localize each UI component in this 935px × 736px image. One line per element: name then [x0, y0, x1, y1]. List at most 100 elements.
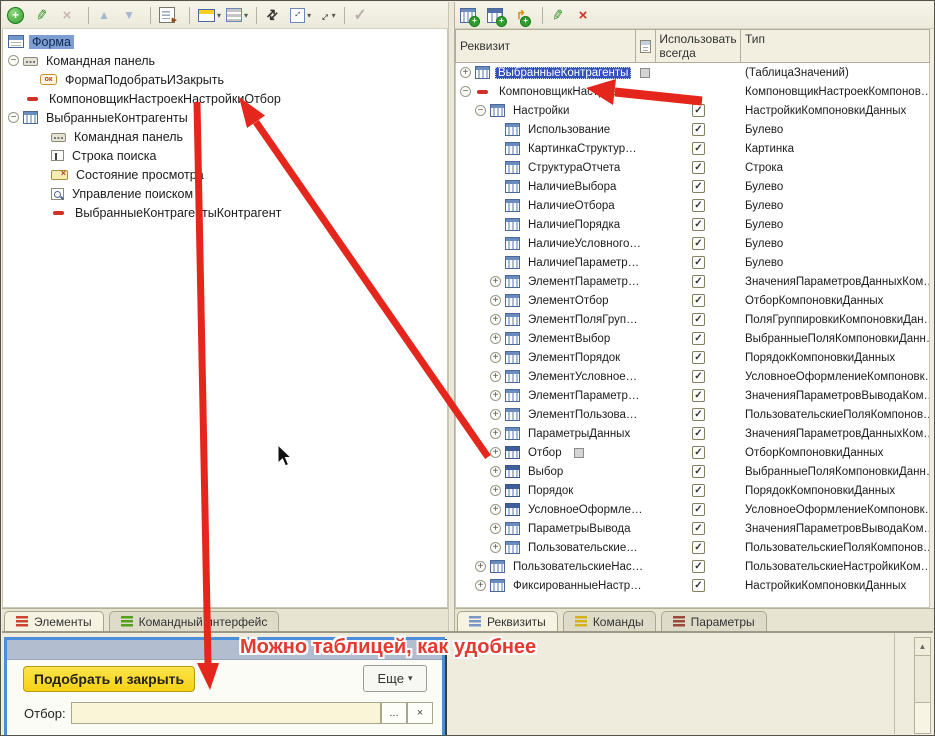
tree-item[interactable]: ФормаПодобратьИЗакрыть — [3, 70, 447, 89]
clear-button[interactable]: × — [407, 702, 433, 724]
use-always-checkbox[interactable] — [692, 408, 705, 421]
edit-icon[interactable]: ✎ ▾ — [35, 5, 55, 25]
expander-icon[interactable] — [490, 371, 501, 382]
swap-arrows-icon[interactable]: ⇄ ▾ — [265, 5, 285, 25]
table-row[interactable]: ЭлементВыбор ВыбранныеПоляКомпоновкиДанн… — [456, 329, 929, 348]
use-always-checkbox[interactable] — [692, 294, 705, 307]
table-row[interactable]: ЭлементУсловное… УсловноеОформлениеКомпо… — [456, 367, 929, 386]
use-always-checkbox[interactable] — [692, 351, 705, 364]
apply-icon[interactable]: ✓ ▾ — [353, 5, 373, 25]
table-row[interactable]: Выбор ВыбранныеПоляКомпоновкиДанн… — [456, 462, 929, 481]
table-row[interactable]: НаличиеОтбора Булево — [456, 196, 929, 215]
table-row[interactable]: КомпоновщикНастроек КомпоновщикНастроекК… — [456, 82, 929, 101]
tab-elements[interactable]: Элементы — [4, 611, 104, 631]
column-header-use-always[interactable]: Использовать всегда — [656, 30, 741, 62]
expander-icon[interactable] — [475, 580, 486, 591]
tree-item[interactable]: ВыбранныеКонтрагентыКонтрагент — [3, 203, 447, 222]
expander-icon[interactable] — [8, 55, 19, 66]
table-row[interactable]: НаличиеПорядка Булево — [456, 215, 929, 234]
column-header-flag[interactable] — [636, 30, 656, 62]
check-form-icon[interactable]: ▾ — [159, 5, 181, 25]
choose-button[interactable]: ... — [381, 702, 407, 724]
table-row[interactable]: ФиксированныеНастр… НастройкиКомпоновкиД… — [456, 576, 929, 595]
tree-item[interactable]: Командная панель — [3, 51, 447, 70]
tree-item[interactable]: Управление поиском — [3, 184, 447, 203]
expander-icon[interactable] — [460, 67, 471, 78]
expander-icon[interactable] — [490, 447, 501, 458]
table-row[interactable]: ПараметрыДанных ЗначенияПараметровДанных… — [456, 424, 929, 443]
expander-icon[interactable] — [8, 112, 19, 123]
expander-icon[interactable] — [490, 542, 501, 553]
table-row[interactable]: Порядок ПорядокКомпоновкиДанных — [456, 481, 929, 500]
add-attribute-icon[interactable]: ▾ — [460, 5, 482, 25]
table-row[interactable]: НаличиеУсловного… Булево — [456, 234, 929, 253]
expander-icon[interactable] — [490, 352, 501, 363]
tab-attributes[interactable]: Реквизиты — [457, 611, 558, 631]
delete-icon[interactable]: × ▾ — [60, 5, 80, 25]
scroll-up-icon[interactable] — [915, 638, 930, 656]
use-always-checkbox[interactable] — [692, 161, 705, 174]
expander-icon[interactable] — [490, 485, 501, 496]
expander-icon[interactable] — [490, 504, 501, 515]
expander-icon[interactable] — [475, 561, 486, 572]
edit-attribute-icon[interactable]: ✎ ▾ — [551, 5, 571, 25]
dialog-mode-icon[interactable]: ▾ — [198, 5, 221, 25]
expander-icon[interactable] — [490, 295, 501, 306]
expander-icon[interactable] — [460, 86, 471, 97]
vertical-scrollbar[interactable] — [914, 637, 931, 734]
use-always-checkbox[interactable] — [692, 104, 705, 117]
use-always-checkbox[interactable] — [692, 237, 705, 250]
expander-icon[interactable] — [490, 466, 501, 477]
table-row[interactable]: УсловноеОформле… УсловноеОформлениеКомпо… — [456, 500, 929, 519]
table-row[interactable]: ЭлементПараметр… ЗначенияПараметровВывод… — [456, 386, 929, 405]
use-always-checkbox[interactable] — [692, 427, 705, 440]
expander-icon[interactable] — [490, 390, 501, 401]
expander-icon[interactable] — [490, 276, 501, 287]
move-up-icon[interactable]: ▲ ▾ — [97, 5, 117, 25]
add-table-icon[interactable]: ▾ — [487, 5, 509, 25]
use-always-checkbox[interactable] — [692, 332, 705, 345]
use-always-checkbox[interactable] — [692, 503, 705, 516]
use-always-checkbox[interactable] — [692, 123, 705, 136]
column-header-type[interactable]: Тип — [741, 30, 929, 62]
use-always-checkbox[interactable] — [692, 180, 705, 193]
pick-and-close-button[interactable]: Подобрать и закрыть — [23, 666, 195, 692]
expander-icon[interactable] — [490, 333, 501, 344]
tree-item[interactable]: Форма — [3, 32, 447, 51]
use-always-checkbox[interactable] — [692, 541, 705, 554]
tree-item[interactable]: Командная панель — [3, 127, 447, 146]
resize-window-icon[interactable]: ▾ — [290, 5, 311, 25]
tree-item[interactable]: КомпоновщикНастроекНастройкиОтбор — [3, 89, 447, 108]
column-header-attribute[interactable]: Реквизит — [456, 30, 636, 62]
panels-icon[interactable]: ▾ — [226, 5, 248, 25]
table-row[interactable]: Отбор ОтборКомпоновкиДанных — [456, 443, 929, 462]
use-always-checkbox[interactable] — [692, 446, 705, 459]
table-row[interactable]: ПараметрыВывода ЗначенияПараметровВывода… — [456, 519, 929, 538]
tab-command-interface[interactable]: Командный интерфейс — [109, 611, 280, 631]
table-row[interactable]: ЭлементПорядок ПорядокКомпоновкиДанных — [456, 348, 929, 367]
tab-commands[interactable]: Команды — [563, 611, 656, 631]
use-always-checkbox[interactable] — [692, 370, 705, 383]
resize-icon[interactable]: ↔ ▾ — [316, 5, 336, 25]
use-always-checkbox[interactable] — [692, 142, 705, 155]
use-always-checkbox[interactable] — [692, 522, 705, 535]
table-row[interactable]: ПользовательскиеНас… ПользовательскиеНас… — [456, 557, 929, 576]
table-row[interactable]: КартинкаСтруктур… Картинка — [456, 139, 929, 158]
add-icon[interactable]: + ▾ — [7, 5, 30, 25]
use-always-checkbox[interactable] — [692, 199, 705, 212]
table-row[interactable]: НаличиеВыбора Булево — [456, 177, 929, 196]
table-row[interactable]: ВыбранныеКонтрагенты (ТаблицаЗначений) — [456, 63, 929, 82]
use-always-checkbox[interactable] — [692, 218, 705, 231]
table-row[interactable]: НаличиеПараметр… Булево — [456, 253, 929, 272]
use-always-checkbox[interactable] — [692, 275, 705, 288]
use-always-checkbox[interactable] — [692, 313, 705, 326]
use-always-checkbox[interactable] — [692, 465, 705, 478]
table-row[interactable]: Настройки НастройкиКомпоновкиДанных — [456, 101, 929, 120]
expander-icon[interactable] — [490, 523, 501, 534]
table-row[interactable]: Использование Булево — [456, 120, 929, 139]
delete-attribute-icon[interactable]: × ▾ — [576, 5, 596, 25]
tree-item[interactable]: Состояние просмотра — [3, 165, 447, 184]
expander-icon[interactable] — [490, 314, 501, 325]
move-down-icon[interactable]: ▼ ▾ — [122, 5, 142, 25]
table-row[interactable]: ЭлементПараметр… ЗначенияПараметровДанны… — [456, 272, 929, 291]
